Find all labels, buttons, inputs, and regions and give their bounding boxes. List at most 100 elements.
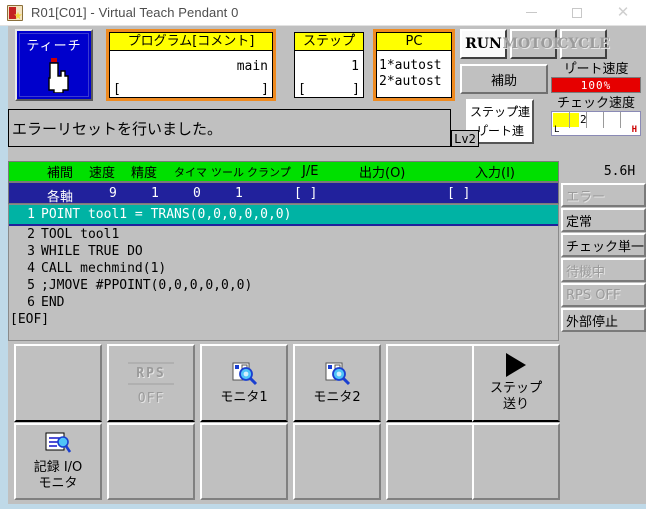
- minimize-button[interactable]: [508, 0, 554, 25]
- status-normal[interactable]: 定常: [561, 208, 646, 232]
- menu-bar: 補間 速度 精度 タイマ ツール クランプ゚ J/E 出力(O) 入力(I): [8, 161, 559, 182]
- function-key-5-bottom[interactable]: [386, 423, 474, 500]
- hand-pointer-icon: [48, 58, 69, 93]
- program-comment-panel[interactable]: プログラム[コメント] main [ ]: [106, 29, 276, 101]
- window-title: R01[C01] - Virtual Teach Pendant 0: [31, 5, 239, 20]
- rps-off-button[interactable]: RPS OFF: [107, 344, 195, 422]
- program-code-list[interactable]: 1 POINT tool1 = TRANS(0,0,0,0,0,0) 2 TOO…: [8, 204, 559, 341]
- pc-panel-header: PC: [377, 33, 451, 51]
- monitor-1-label: モニタ1: [220, 389, 268, 405]
- record-io-monitor-button[interactable]: 記録 I/O モニタ: [14, 423, 102, 500]
- step-feed-label-1: ステップ゚: [489, 381, 542, 396]
- function-key-3-bottom[interactable]: [200, 423, 288, 500]
- function-key-1: 記録 I/O モニタ: [14, 344, 102, 500]
- repeat-continuous-label: リ゚ート連: [475, 123, 524, 138]
- repeat-speed-label: リ゚ート速度: [563, 62, 629, 77]
- status-standby[interactable]: 待機中: [561, 258, 646, 282]
- step-bracket-right: ]: [352, 81, 360, 97]
- program-bracket-left: [: [113, 81, 121, 97]
- error-level-badge: Lv2: [451, 130, 479, 147]
- function-key-6: ステップ゚ 送り: [472, 344, 560, 500]
- value-row-cell-1: 1: [151, 186, 159, 201]
- menu-item-speed[interactable]: 速度: [89, 162, 115, 181]
- input-field[interactable]: [ ]: [447, 186, 470, 201]
- code-line[interactable]: 6 END: [9, 294, 558, 311]
- code-line[interactable]: 1 POINT tool1 = TRANS(0,0,0,0,0,0): [9, 205, 558, 226]
- error-message-bar: エラーリセットを行いました。: [8, 109, 451, 147]
- status-error[interactable]: エラー: [561, 183, 646, 207]
- code-line-text: ;JMOVE #PPOINT(0,0,0,0,0,0): [41, 278, 253, 293]
- code-line-text: WHILE TRUE DO: [41, 244, 143, 259]
- teach-button[interactable]: ティーチ: [15, 29, 93, 101]
- code-line-text: CALL mechmind(1): [41, 261, 167, 276]
- check-speed-max-label: H: [631, 125, 637, 135]
- menu-item-clamp[interactable]: クランプ゚: [247, 164, 291, 180]
- function-key-1-top[interactable]: [14, 344, 102, 422]
- maximize-button[interactable]: [554, 0, 600, 25]
- rps-off-label: OFF: [137, 390, 165, 406]
- check-speed-block: チェック速度 2 L H: [551, 96, 641, 136]
- record-io-monitor-label-2: モニタ: [38, 476, 78, 491]
- pc-panel-line-2: 2*autost: [379, 74, 442, 89]
- rps-icon-text: RPS: [136, 365, 166, 381]
- top-panel: ティーチ プログラム[コメント] main [ ] ステップ゚ 1 [] PC…: [8, 26, 646, 144]
- step-panel-header: ステップ゚: [295, 33, 363, 51]
- code-line-number: 3: [27, 244, 35, 259]
- function-key-4: モニタ2: [293, 344, 381, 500]
- code-line[interactable]: 4 CALL mechmind(1): [9, 260, 558, 277]
- code-line-text: END: [41, 295, 65, 310]
- code-line[interactable]: 2 TOOL tool1: [9, 226, 558, 243]
- cycle-button[interactable]: CYCLE: [557, 29, 610, 59]
- pc-panel[interactable]: PC 1*autost 2*autost: [373, 29, 455, 101]
- value-row-cell-2: 0: [193, 186, 201, 201]
- run-button[interactable]: RUN: [460, 29, 507, 59]
- program-panel-header: プログラム[コメント]: [110, 33, 272, 51]
- function-key-2: RPS OFF: [107, 344, 195, 500]
- code-line-number: 1: [27, 207, 35, 222]
- code-line-number: 2: [27, 227, 35, 242]
- menu-item-interpolation[interactable]: 補間: [47, 162, 73, 181]
- menu-item-output[interactable]: 出力(O): [359, 162, 405, 181]
- step-feed-button[interactable]: ステップ゚ 送り: [472, 344, 560, 422]
- value-row-axis-label: 各軸: [47, 190, 74, 205]
- step-panel-value: 1: [351, 58, 359, 74]
- status-external-stop[interactable]: 外部停止: [561, 308, 646, 332]
- menu-item-timer[interactable]: タイマ: [174, 164, 207, 180]
- status-rps-off[interactable]: RPS OFF: [561, 283, 646, 307]
- monitor-2-label: モニタ2: [313, 389, 361, 405]
- function-key-5: [386, 344, 474, 500]
- menu-item-accuracy[interactable]: 精度: [131, 162, 157, 181]
- function-key-2-bottom[interactable]: [107, 423, 195, 500]
- close-icon[interactable]: ✕: [600, 0, 646, 25]
- motor-button[interactable]: MOTOR: [503, 29, 564, 59]
- status-check-single[interactable]: チェック単一: [561, 233, 646, 257]
- step-feed-label-2: 送り: [502, 397, 529, 412]
- output-field[interactable]: [ ]: [294, 186, 317, 201]
- program-panel-value: main: [236, 58, 268, 74]
- window-controls: ✕: [508, 0, 646, 25]
- check-speed-slider[interactable]: 2 L H: [551, 111, 641, 136]
- menu-item-je[interactable]: J/E: [302, 164, 318, 179]
- function-key-4-bottom[interactable]: [293, 423, 381, 500]
- check-speed-min-label: L: [554, 125, 560, 135]
- step-bracket-left: [: [298, 81, 306, 97]
- code-line-text: TOOL tool1: [41, 227, 120, 242]
- aux-button[interactable]: 補助: [460, 64, 548, 94]
- menu-item-tool[interactable]: ツール: [211, 164, 244, 180]
- pendant-body: ティーチ プログラム[コメント] main [ ] ステップ゚ 1 [] PC…: [8, 26, 646, 504]
- monitor-search-icon: [325, 362, 351, 385]
- function-key-6-bottom[interactable]: [472, 423, 560, 500]
- monitor-2-button[interactable]: モニタ2: [293, 344, 381, 422]
- pc-panel-list: 1*autost 2*autost: [377, 51, 451, 97]
- code-line[interactable]: 5 ;JMOVE #PPOINT(0,0,0,0,0,0): [9, 277, 558, 294]
- monitor-1-button[interactable]: モニタ1: [200, 344, 288, 422]
- menu-item-input[interactable]: 入力(I): [475, 162, 515, 181]
- function-key-5-top[interactable]: [386, 344, 474, 422]
- repeat-speed-bar[interactable]: 100%: [551, 77, 641, 93]
- program-bracket-right: ]: [261, 81, 269, 97]
- rps-icon: RPS: [128, 360, 174, 387]
- step-panel[interactable]: ステップ゚ 1 [ ]: [291, 29, 367, 101]
- mode-button-group: RUN MOTOR CYCLE: [460, 29, 610, 59]
- code-line[interactable]: 3 WHILE TRUE DO: [9, 243, 558, 260]
- code-line-number: 5: [27, 278, 35, 293]
